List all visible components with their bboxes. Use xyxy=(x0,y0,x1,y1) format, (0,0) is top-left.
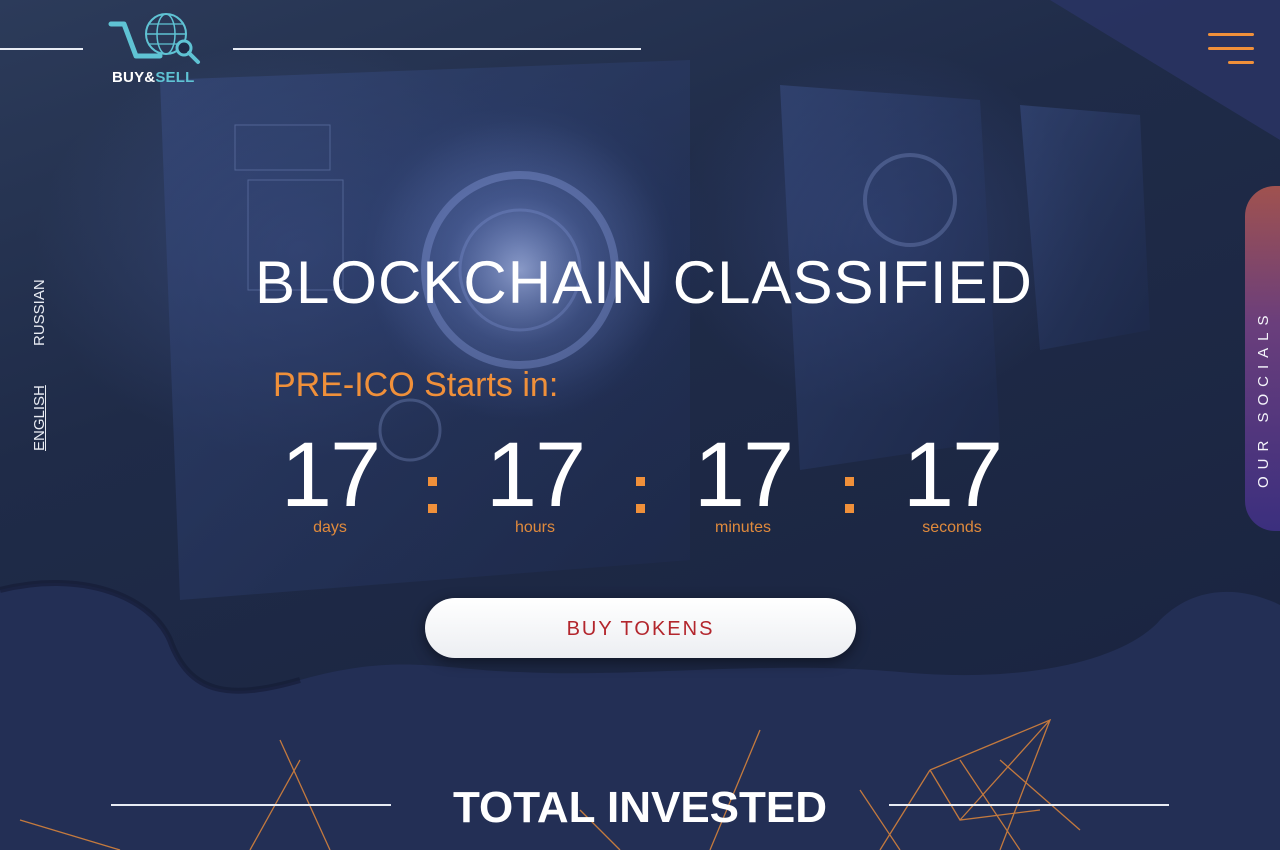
cart-globe-search-icon xyxy=(108,13,200,64)
logo-text: BUY&SELL xyxy=(112,69,195,86)
our-socials-label: OUR SOCIALS xyxy=(1255,308,1272,488)
corner-decoration xyxy=(1050,0,1280,140)
countdown-hours-value: 17 xyxy=(485,424,586,526)
countdown-minutes: 17 minutes xyxy=(683,425,803,537)
hamburger-menu-icon[interactable] xyxy=(1204,33,1254,69)
our-socials-tab[interactable]: OUR SOCIALS xyxy=(1245,186,1280,531)
pre-ico-subtitle: PRE-ICO Starts in: xyxy=(273,366,559,404)
countdown-seconds-value: 17 xyxy=(902,424,1003,526)
countdown-timer: 17 days 17 hours 17 minutes 17 seconds xyxy=(270,425,1010,545)
section-line-right xyxy=(889,804,1169,806)
section-line-left xyxy=(111,804,391,806)
countdown-separator xyxy=(636,477,646,531)
countdown-separator xyxy=(428,477,438,531)
countdown-days-value: 17 xyxy=(280,424,381,526)
countdown-seconds: 17 seconds xyxy=(892,425,1012,537)
header-line-left xyxy=(0,48,83,50)
lang-russian[interactable]: RUSSIAN xyxy=(31,279,48,346)
header-line-right xyxy=(233,48,641,50)
countdown-minutes-value: 17 xyxy=(693,424,794,526)
logo[interactable]: BUY&SELL xyxy=(108,12,208,88)
buy-tokens-button[interactable]: BUY TOKENS xyxy=(425,598,856,658)
lang-english[interactable]: ENGLISH xyxy=(31,385,48,451)
countdown-separator xyxy=(845,477,855,531)
total-invested-title: TOTAL INVESTED xyxy=(452,783,828,832)
hero-title: BLOCKCHAIN CLASSIFIED xyxy=(255,249,1033,316)
countdown-days: 17 days xyxy=(270,425,390,537)
countdown-hours: 17 hours xyxy=(475,425,595,537)
